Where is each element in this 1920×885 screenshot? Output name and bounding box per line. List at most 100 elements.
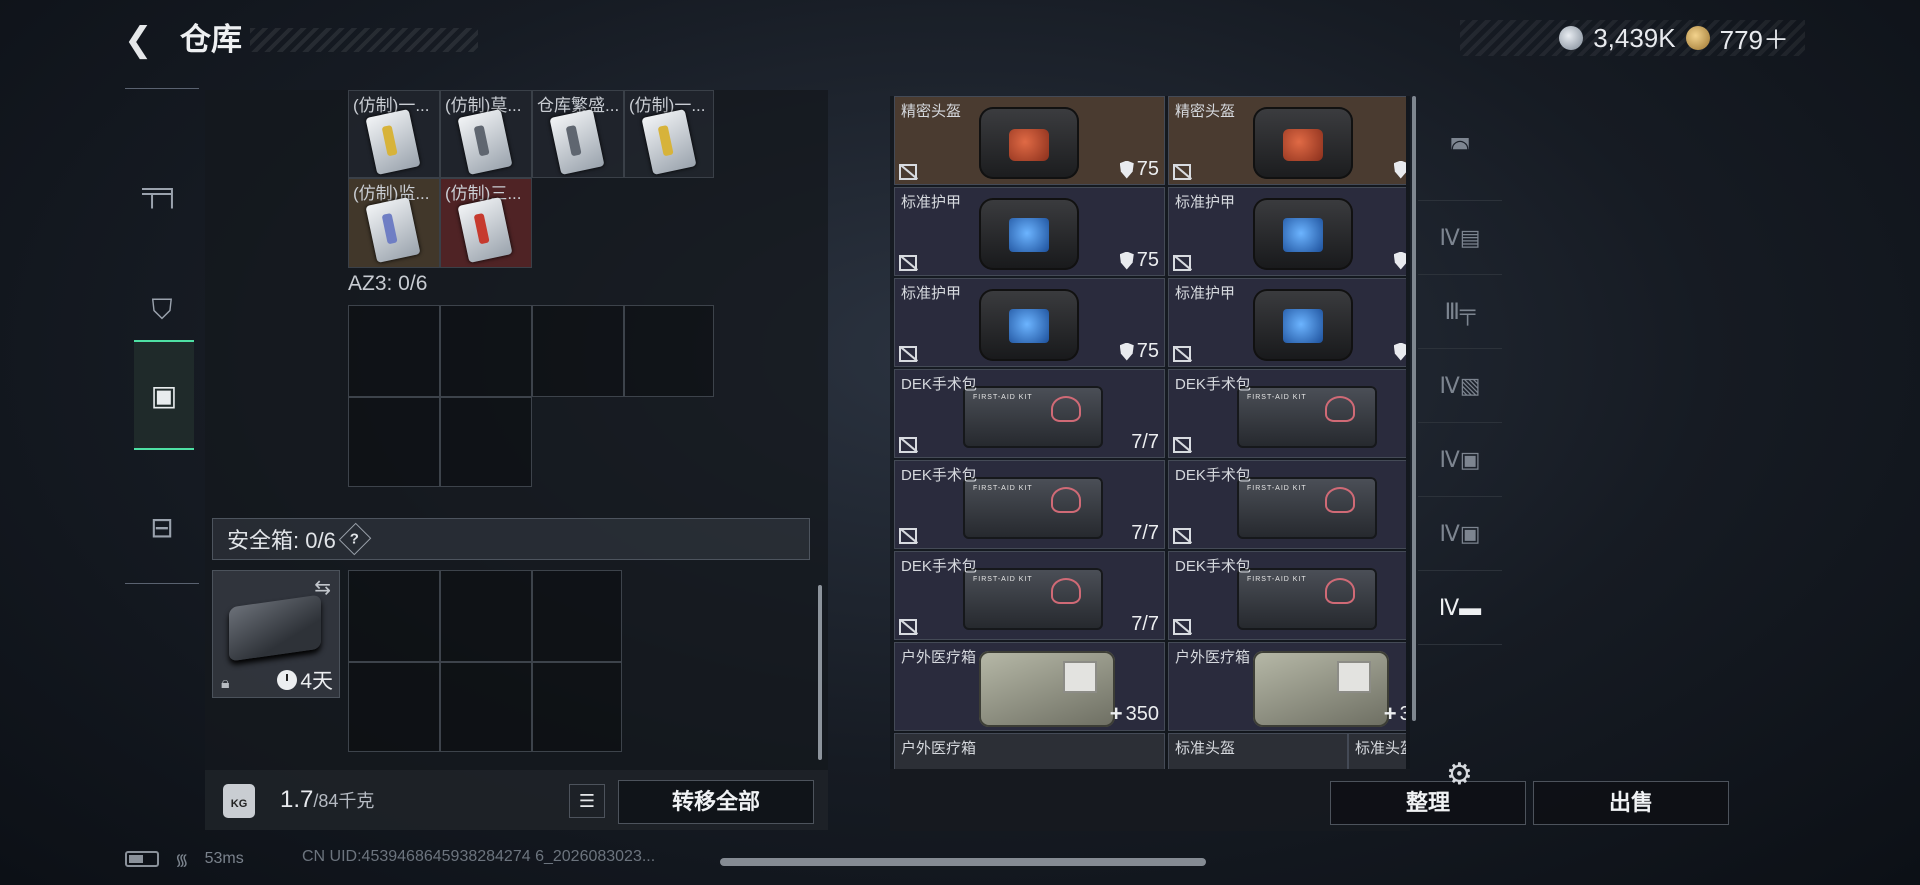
inventory-item[interactable]: 精密头盔 75	[1168, 96, 1406, 185]
category-tabs: ╤╕ ⛉ ▣ ⊟	[125, 88, 199, 584]
item-name: 标准头盔	[1175, 740, 1236, 757]
item-image	[641, 109, 697, 175]
kit-image	[1237, 386, 1377, 448]
empty-slot[interactable]	[348, 397, 440, 487]
item-value: 75	[1393, 249, 1406, 272]
item-image	[365, 109, 421, 175]
empty-slot[interactable]	[348, 305, 440, 397]
inventory-item[interactable]: 精密头盔 75	[894, 96, 1165, 185]
list-view-button[interactable]: ☰	[569, 784, 605, 818]
inventory-item[interactable]: 户外医疗箱 +350	[1168, 642, 1406, 731]
toolbox-icon[interactable]: ⊟	[125, 472, 199, 582]
transfer-all-button[interactable]: 转移全部	[618, 780, 814, 824]
no-insure-icon	[1173, 255, 1191, 271]
lock-icon: 🔒︎	[221, 675, 230, 692]
inventory-item[interactable]: 户外医疗箱	[894, 733, 1165, 769]
no-insure-icon	[899, 437, 917, 453]
storage-footer: KG 1.7/84千克 ☰ 转移全部	[205, 770, 828, 830]
all-items-icon[interactable]: ◚	[1418, 96, 1502, 201]
inventory-panel: 精密头盔75精密头盔75精密头盔75标准护甲75标准护甲75标准护甲75标准护甲…	[890, 96, 1410, 769]
silver-coin-icon	[1559, 26, 1584, 50]
item-image	[365, 197, 421, 263]
storage-item[interactable]: (仿制)莫...	[440, 90, 532, 178]
inventory-item[interactable]: 标准头盔	[1348, 733, 1406, 769]
empty-slot[interactable]	[440, 397, 532, 487]
back-arrow-icon[interactable]: ❮	[124, 20, 160, 60]
item-value: 6/7	[1405, 613, 1406, 636]
tier-iv-kit2-icon[interactable]: Ⅳ▣	[1418, 497, 1502, 571]
item-value: +350	[1109, 701, 1159, 726]
inventory-item[interactable]: DEK手术包 6/7	[1168, 551, 1406, 640]
no-insure-icon	[1173, 619, 1191, 635]
tier-iv-kit-icon[interactable]: Ⅳ▣	[1418, 423, 1502, 497]
medbox-image	[1253, 651, 1389, 727]
item-name: DEK手术包	[901, 467, 977, 484]
durability-shield-icon	[1393, 160, 1406, 179]
weight-bag-icon: KG	[223, 784, 255, 818]
item-name: 户外医疗箱	[1175, 649, 1251, 666]
tier-iii-rifle-icon[interactable]: Ⅲ╤	[1418, 275, 1502, 349]
inventory-item[interactable]: DEK手术包 7/7	[1168, 460, 1406, 549]
pistol-icon[interactable]: ╤╕	[125, 136, 199, 246]
item-value: 75	[1393, 158, 1406, 181]
storage-item[interactable]: (仿制)监...	[348, 178, 440, 268]
inventory-footer: 整理	[890, 769, 1526, 831]
settings-gear-icon[interactable]: ⚙	[1446, 760, 1476, 790]
inventory-item[interactable]: 标准护甲 75	[894, 187, 1165, 276]
no-insure-icon	[899, 164, 917, 180]
safe-box-header: 安全箱: 0/6 ?	[212, 518, 810, 560]
chest-rig-icon[interactable]: ▣	[134, 340, 194, 450]
inventory-item[interactable]: 标准头盔	[1168, 733, 1348, 769]
inventory-scrollbar[interactable]	[1412, 96, 1416, 721]
home-indicator[interactable]	[720, 858, 1206, 866]
storage-item[interactable]: (仿制)一...	[624, 90, 714, 178]
safe-case-image	[229, 594, 321, 662]
item-value: 7/7	[1131, 522, 1159, 544]
item-name: 标准护甲	[901, 194, 962, 211]
storage-item[interactable]: (仿制)三...	[440, 178, 532, 268]
inventory-item[interactable]: DEK手术包 7/7	[894, 460, 1165, 549]
storage-item[interactable]: (仿制)一...	[348, 90, 440, 178]
filter-tabs: ◚ Ⅳ▤ Ⅲ╤ Ⅳ▧ Ⅳ▣ Ⅳ▣ Ⅳ▬ ⚙	[1418, 96, 1502, 831]
item-name: DEK手术包	[901, 376, 977, 393]
no-insure-icon	[899, 346, 917, 362]
wifi-icon: ᯾	[175, 852, 189, 869]
inventory-item[interactable]: 户外医疗箱 +350	[894, 642, 1165, 731]
inventory-item[interactable]: DEK手术包 7/7	[894, 369, 1165, 458]
safe-slot[interactable]	[532, 662, 622, 752]
safe-slot[interactable]	[532, 570, 622, 662]
uid-label: CN UID:4539468645938284274 6_2026083023.…	[302, 848, 656, 865]
no-insure-icon	[1173, 346, 1191, 362]
no-insure-icon	[899, 619, 917, 635]
sell-button[interactable]: 出售	[1533, 781, 1729, 825]
durability-shield-icon	[1393, 342, 1406, 361]
inventory-item[interactable]: DEK手术包 7/7	[894, 551, 1165, 640]
carry-weight: 1.7/84千克	[280, 786, 375, 813]
safe-slot[interactable]	[440, 570, 532, 662]
item-name: DEK手术包	[1175, 376, 1251, 393]
safe-slot[interactable]	[440, 662, 532, 752]
gold-coin-value[interactable]: 779＋	[1720, 20, 1789, 57]
no-insure-icon	[1173, 437, 1191, 453]
empty-slot[interactable]	[624, 305, 714, 397]
inventory-item[interactable]: 标准护甲 75	[1168, 187, 1406, 276]
inventory-item[interactable]: DEK手术包 7/7	[1168, 369, 1406, 458]
inventory-item[interactable]: 标准护甲 49	[1168, 278, 1406, 367]
safe-box-container[interactable]: ⇆ 🔒︎ 4天	[212, 570, 340, 698]
inventory-item[interactable]: 标准护甲 75	[894, 278, 1165, 367]
tier-iv-gear-icon[interactable]: Ⅳ▧	[1418, 349, 1502, 423]
tier-iv-helmet-icon[interactable]: Ⅳ▤	[1418, 201, 1502, 275]
title-decoration	[250, 28, 478, 52]
page-title: 仓库	[180, 22, 242, 57]
storage-item[interactable]: 仓库繁盛...	[532, 90, 624, 178]
safe-slot[interactable]	[348, 570, 440, 662]
empty-slot[interactable]	[532, 305, 624, 397]
ping-value: 53ms	[204, 850, 244, 867]
kit-image	[1237, 568, 1377, 630]
tier-iv-box-icon[interactable]: Ⅳ▬	[1418, 571, 1502, 645]
empty-slot[interactable]	[440, 305, 532, 397]
help-icon[interactable]: ?	[338, 522, 372, 556]
safe-slot[interactable]	[348, 662, 440, 752]
storage-scrollbar[interactable]	[818, 585, 822, 760]
swap-icon[interactable]: ⇆	[314, 575, 331, 600]
